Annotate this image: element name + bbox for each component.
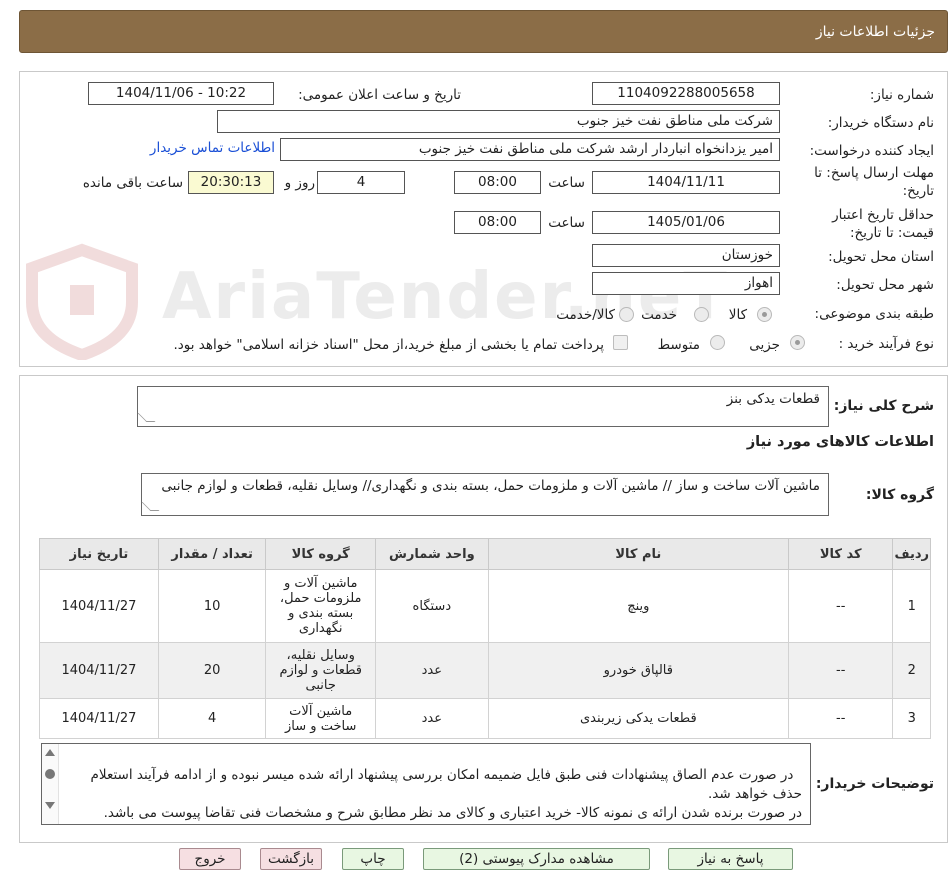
creator-field: امیر یزدانخواه انباردار ارشد شرکت ملی من…	[280, 138, 780, 161]
category-option-goods: کالا	[728, 307, 747, 323]
cell-group: ماشین آلات و ملزومات حمل، بسته بندی و نگ…	[265, 569, 377, 643]
goods-info-title: اطلاعات کالاهای مورد نیاز	[746, 434, 934, 450]
col-header-need-date: تاریخ نیاز	[39, 538, 159, 570]
cell-code: --	[787, 642, 894, 699]
cell-need-date: 1404/11/27	[39, 698, 159, 739]
reply-button[interactable]: پاسخ به نیاز	[668, 848, 793, 870]
resize-grip-icon[interactable]	[141, 502, 160, 511]
goods-table: ردیف کد کالا نام کالا واحد شمارش گروه کا…	[39, 538, 931, 739]
cell-row-number: 1	[892, 569, 931, 643]
treasury-payment-checkbox[interactable]	[613, 335, 628, 350]
resize-grip-icon[interactable]	[137, 413, 156, 422]
category-radio-service[interactable]	[694, 307, 709, 322]
goods-group-field: ماشین آلات ساخت و ساز // ماشین آلات و مل…	[141, 473, 829, 516]
province-field: خوزستان	[592, 244, 780, 267]
remaining-label: ساعت باقی مانده	[82, 175, 183, 191]
cell-row-number: 3	[892, 698, 931, 739]
announce-field: 1404/11/06 - 10:22	[88, 82, 274, 105]
process-option-minor: جزیی	[749, 337, 780, 353]
cell-unit: عدد	[375, 698, 489, 739]
scroll-thumb[interactable]	[45, 769, 55, 779]
deadline-label: مهلت ارسال پاسخ: تا تاریخ:	[814, 165, 934, 199]
cell-quantity: 10	[157, 569, 267, 643]
validity-time-field: 08:00	[454, 211, 541, 234]
process-radio-minor[interactable]	[790, 335, 805, 350]
cell-quantity: 20	[157, 642, 267, 699]
cell-need-date: 1404/11/27	[39, 642, 159, 699]
goods-group-text: ماشین آلات ساخت و ساز // ماشین آلات و مل…	[161, 478, 820, 494]
cell-group: وسایل نقلیه، قطعات و لوازم جانبی	[265, 642, 377, 699]
validity-date-field: 1405/01/06	[592, 211, 780, 234]
validity-label: حداقل تاریخ اعتبار قیمت: تا تاریخ:	[832, 207, 934, 241]
category-radio-goods[interactable]	[757, 307, 772, 322]
buyer-notes-field: در صورت عدم الصاق پیشنهادات فنی طبق فایل…	[41, 743, 811, 825]
col-header-unit: واحد شمارش	[375, 538, 489, 570]
days-label: روز و	[284, 175, 315, 191]
deadline-time-label: ساعت	[548, 175, 585, 191]
province-label: استان محل تحویل:	[828, 249, 934, 265]
cell-need-date: 1404/11/27	[39, 569, 159, 643]
buyer-notes-text: در صورت عدم الصاق پیشنهادات فنی طبق فایل…	[90, 767, 802, 821]
scroll-down-icon[interactable]	[45, 802, 55, 809]
need-number-label: شماره نیاز:	[869, 87, 934, 103]
deadline-date-field: 1404/11/11	[592, 171, 780, 194]
col-header-code: کد کالا	[787, 538, 894, 570]
buyer-contact-link[interactable]: اطلاعات تماس خریدار	[150, 140, 275, 156]
category-option-service: خدمت	[641, 307, 677, 323]
treasury-payment-note: پرداخت تمام یا بخشی از مبلغ خرید،از محل …	[173, 337, 604, 353]
scroll-up-icon[interactable]	[45, 749, 55, 756]
need-number-field: 1104092288005658	[592, 82, 780, 105]
cell-unit: دستگاه	[375, 569, 489, 643]
cell-name: قطعات یدکی زیربندی	[487, 698, 790, 739]
category-option-goods-service: کالا/خدمت	[556, 307, 615, 323]
page-title: جزئیات اطلاعات نیاز	[815, 24, 935, 40]
city-label: شهر محل تحویل:	[836, 277, 934, 293]
process-option-medium: متوسط	[657, 337, 700, 353]
process-radio-medium[interactable]	[710, 335, 725, 350]
col-header-name: نام کالا	[487, 538, 790, 570]
buyer-field: شرکت ملی مناطق نفت خیز جنوب	[217, 110, 780, 133]
announce-label: تاریخ و ساعت اعلان عمومی:	[298, 87, 461, 103]
table-row: 2 -- قالپاق خودرو عدد وسایل نقلیه، قطعات…	[39, 642, 931, 699]
col-header-quantity: تعداد / مقدار	[157, 538, 267, 570]
cell-name: قالپاق خودرو	[487, 642, 790, 699]
page-header: جزئیات اطلاعات نیاز	[19, 10, 948, 53]
back-button[interactable]: بازگشت	[260, 848, 322, 870]
summary-label: شرح کلی نیاز:	[833, 398, 934, 414]
table-row: 1 -- وینچ دستگاه ماشین آلات و ملزومات حم…	[39, 569, 931, 643]
buyer-notes-scrollbar[interactable]	[42, 744, 59, 824]
buyer-label: نام دستگاه خریدار:	[827, 115, 934, 131]
process-label: نوع فرآیند خرید :	[838, 336, 934, 352]
print-button[interactable]: چاپ	[342, 848, 404, 870]
table-header-row: ردیف کد کالا نام کالا واحد شمارش گروه کا…	[39, 538, 931, 570]
summary-text: قطعات یدکی بنز	[726, 391, 820, 407]
goods-group-label: گروه کالا:	[865, 487, 934, 503]
city-field: اهواز	[592, 272, 780, 295]
validity-time-label: ساعت	[548, 215, 585, 231]
days-field: 4	[317, 171, 405, 194]
attachments-button[interactable]: مشاهده مدارک پیوستی (2)	[423, 848, 650, 870]
category-radio-goods-service[interactable]	[619, 307, 634, 322]
remaining-time-field: 20:30:13	[188, 171, 274, 194]
col-header-group: گروه کالا	[265, 538, 377, 570]
table-row: 3 -- قطعات یدکی زیربندی عدد ماشین آلات س…	[39, 698, 931, 739]
deadline-time-field: 08:00	[454, 171, 541, 194]
cell-code: --	[787, 698, 894, 739]
exit-button[interactable]: خروج	[179, 848, 241, 870]
summary-field: قطعات یدکی بنز	[137, 386, 829, 427]
category-label: طبقه بندی موضوعی:	[814, 306, 934, 322]
cell-code: --	[787, 569, 894, 643]
buyer-notes-label: توضیحات خریدار:	[815, 776, 934, 792]
cell-group: ماشین آلات ساخت و ساز	[265, 698, 377, 739]
cell-quantity: 4	[157, 698, 267, 739]
cell-name: وینچ	[487, 569, 790, 643]
col-header-row-number: ردیف	[892, 538, 931, 570]
creator-label: ایجاد کننده درخواست:	[809, 143, 934, 159]
cell-unit: عدد	[375, 642, 489, 699]
cell-row-number: 2	[892, 642, 931, 699]
